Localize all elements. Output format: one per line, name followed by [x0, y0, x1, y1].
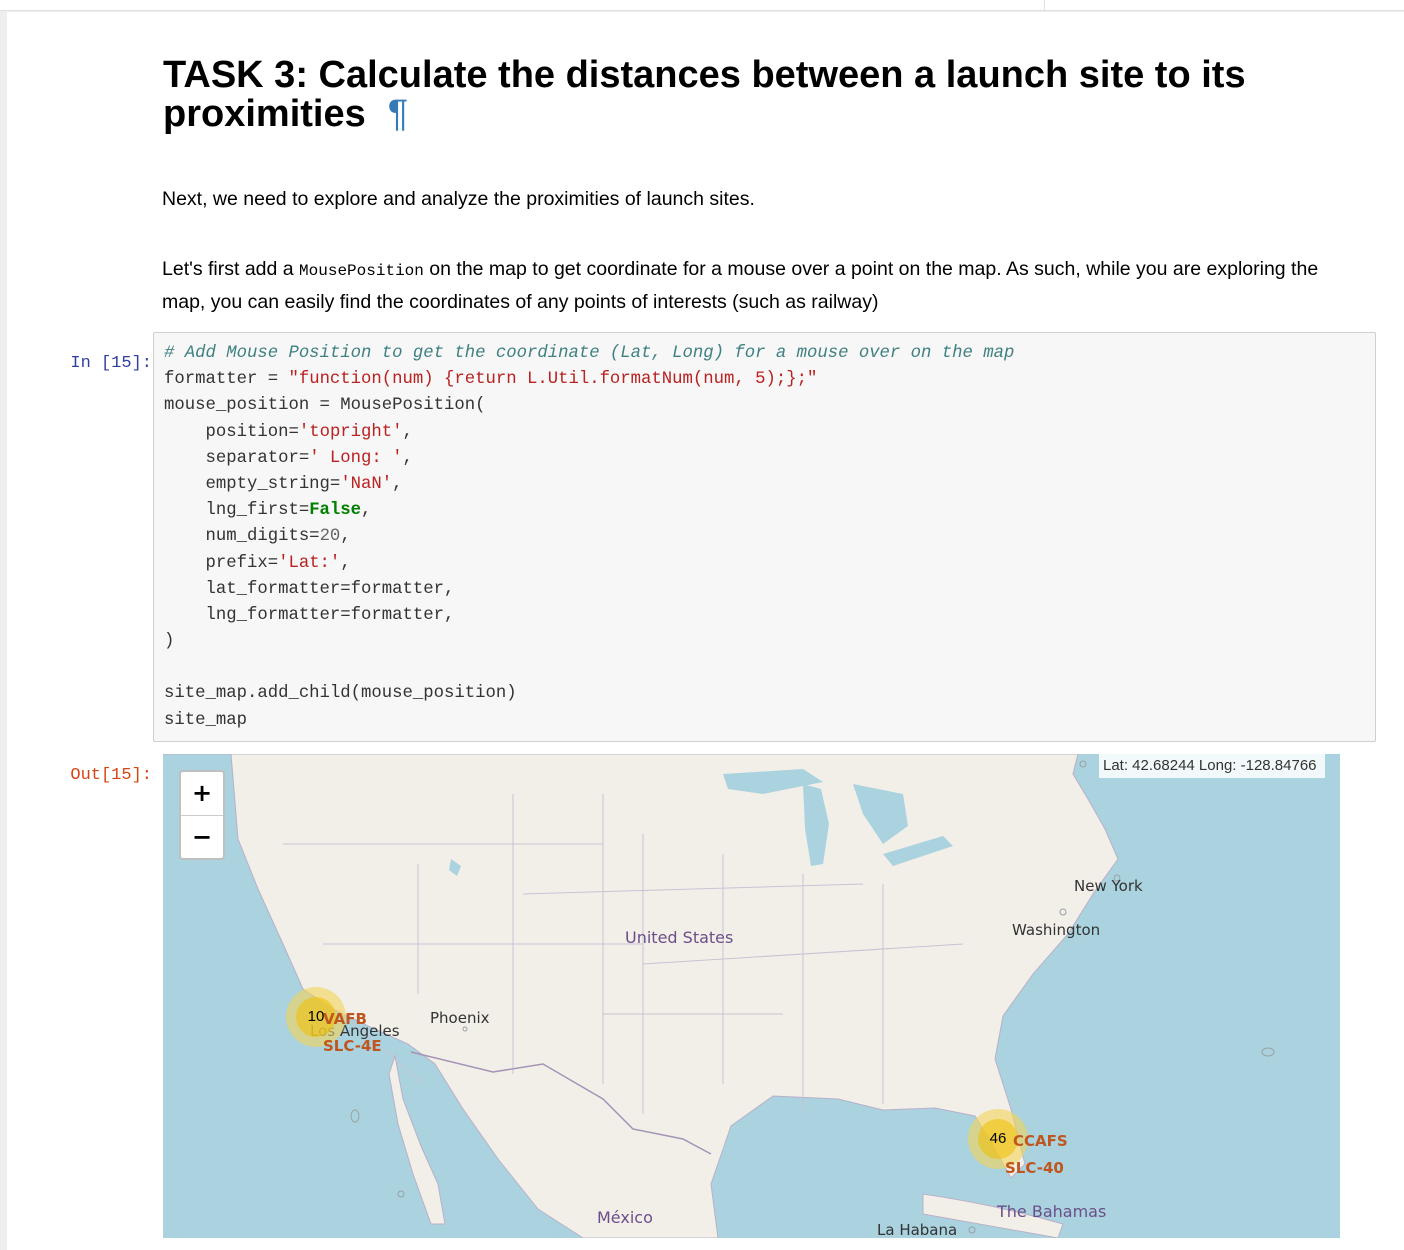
island-bermuda — [1261, 1047, 1275, 1057]
zoom-out-button[interactable]: − — [181, 816, 223, 859]
code-line: lat_formatter=formatter, — [164, 577, 1014, 603]
code-token: lat_formatter=formatter, — [164, 579, 455, 599]
top-bar-divider — [1044, 0, 1045, 10]
code-token: , — [402, 422, 413, 442]
code-line: ) — [164, 629, 1014, 655]
code-token: lng_formatter=formatter, — [164, 605, 455, 625]
code-lines[interactable]: # Add Mouse Position to get the coordina… — [164, 341, 1014, 734]
heading-anchor-link[interactable]: ¶ — [388, 93, 408, 135]
site-label-vafb: VAFB — [323, 1010, 367, 1028]
map-base-layer — [163, 754, 1275, 1238]
country-label-united-states: United States — [625, 928, 734, 947]
code-token: mouse_position = MousePosition( — [164, 396, 486, 416]
code-token: separator= — [164, 448, 310, 468]
input-prompt: In [15]: — [70, 354, 152, 373]
code-line: site_map.add_child(mouse_position) — [164, 681, 1014, 707]
country-label-mexico: México — [597, 1208, 653, 1227]
code-token: , — [402, 448, 413, 468]
site-label-slc-40: SLC-40 — [1005, 1159, 1064, 1177]
code-token: , — [392, 474, 403, 494]
mouse-position-readout: Lat: 42.68244 Long: -128.84766 — [1099, 754, 1325, 778]
code-token: 20 — [319, 527, 341, 547]
country-label-bahamas: The Bahamas — [997, 1202, 1107, 1221]
code-token: 'topright' — [298, 422, 403, 442]
code-cell-editor[interactable]: # Add Mouse Position to get the coordina… — [153, 332, 1376, 742]
code-token: site_map.add_child(mouse_position) — [164, 684, 517, 704]
code-token: lng_first= — [164, 501, 310, 521]
code-token: ) — [164, 632, 175, 652]
island-socorro — [397, 1190, 405, 1198]
city-label-phoenix: Phoenix — [430, 1009, 490, 1027]
code-line: # Add Mouse Position to get the coordina… — [164, 341, 1014, 367]
city-marker-top — [1079, 760, 1087, 768]
code-line: separator=' Long: ', — [164, 446, 1014, 472]
city-label-la-habana: La Habana — [877, 1221, 958, 1238]
code-token: "function(num) {return L.Util.formatNum(… — [288, 370, 818, 390]
markdown-paragraph-intro: Next, we need to explore and analyze the… — [162, 188, 755, 210]
island-guadalupe — [350, 1109, 360, 1123]
code-token: num_digits= — [164, 527, 320, 547]
paragraph-text-start: Let's first add a — [162, 258, 300, 280]
code-token: 'NaN' — [340, 474, 393, 494]
code-token: # Add Mouse Position to get the coordina… — [164, 344, 1015, 363]
code-line: prefix='Lat:', — [164, 551, 1014, 577]
baja-california — [388, 1054, 446, 1225]
code-token: , — [361, 501, 372, 521]
code-line: site_map — [164, 708, 1014, 734]
folium-map[interactable]: United States México The Bahamas New Yor… — [163, 754, 1340, 1238]
code-line: empty_string='NaN', — [164, 472, 1014, 498]
output-prompt: Out[15]: — [70, 766, 152, 785]
zoom-in-button[interactable]: + — [181, 772, 223, 816]
city-label-new-york: New York — [1074, 877, 1143, 895]
city-marker-la-habana — [968, 1226, 976, 1234]
code-line: num_digits=20, — [164, 524, 1014, 550]
code-token: , — [340, 553, 351, 573]
site-label-slc-4e: SLC-4E — [323, 1037, 382, 1055]
code-token: prefix= — [164, 553, 279, 573]
code-line: position='topright', — [164, 420, 1014, 446]
code-line: formatter = "function(num) {return L.Uti… — [164, 367, 1014, 393]
code-line: mouse_position = MousePosition( — [164, 393, 1014, 419]
code-token: position= — [164, 422, 299, 442]
code-token: , — [340, 527, 351, 547]
markdown-paragraph-mouseposition: Let's first add a MousePosition on the m… — [162, 254, 1362, 318]
heading-text: TASK 3: Calculate the distances between … — [163, 54, 1246, 135]
code-line: lng_first=False, — [164, 498, 1014, 524]
markdown-heading: TASK 3: Calculate the distances between … — [163, 56, 1343, 134]
code-token: formatter = — [164, 370, 289, 390]
code-token: 'Lat:' — [278, 553, 341, 573]
code-token: empty_string= — [164, 474, 341, 494]
site-label-ccafs: CCAFS — [1013, 1132, 1068, 1150]
code-token: ' Long: ' — [309, 448, 403, 468]
inline-code-mouseposition: MousePosition — [299, 262, 424, 280]
cluster-count-east: 46 — [978, 1119, 1018, 1159]
browser-top-bar — [0, 0, 1404, 11]
city-label-washington: Washington — [1012, 921, 1101, 939]
code-token: False — [309, 501, 362, 521]
code-line: lng_formatter=formatter, — [164, 603, 1014, 629]
code-token: site_map — [164, 710, 247, 730]
zoom-control: + − — [179, 770, 225, 860]
